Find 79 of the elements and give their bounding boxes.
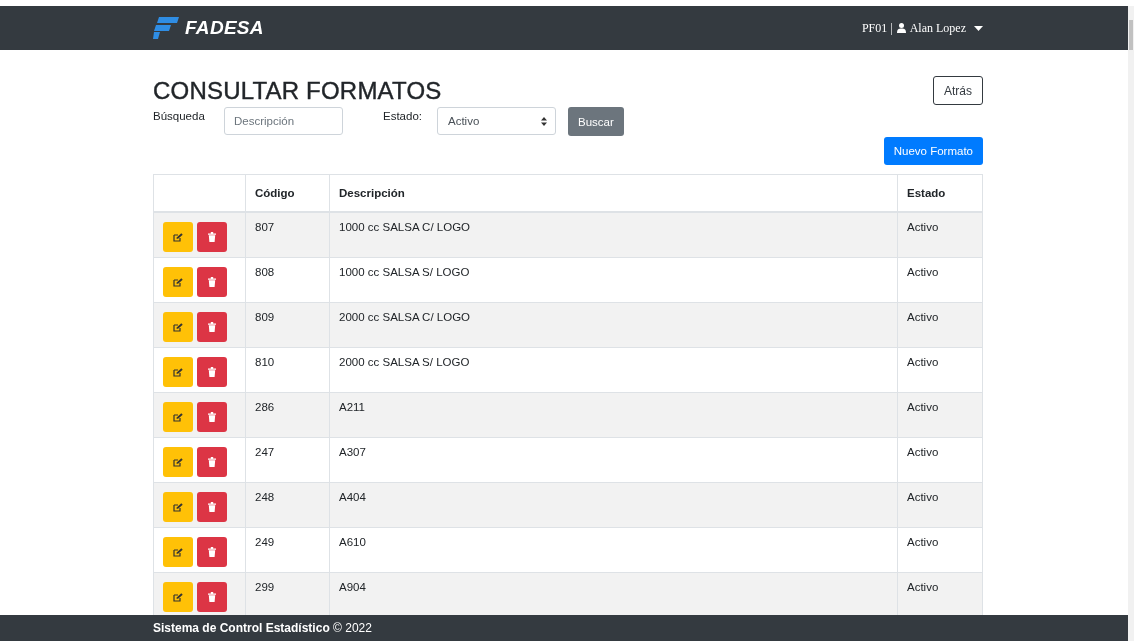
status-cell: Activo: [897, 257, 983, 303]
search-button[interactable]: Buscar: [568, 107, 624, 136]
description-cell: A610: [329, 527, 898, 573]
user-icon: [896, 23, 906, 33]
station-label: PF01 |: [861, 20, 893, 36]
description-cell: A404: [329, 482, 898, 528]
delete-button[interactable]: [197, 357, 227, 387]
code-cell: 286: [245, 392, 330, 438]
code-cell: 249: [245, 527, 330, 573]
caret-icon[interactable]: [974, 25, 983, 31]
status-cell: Activo: [897, 437, 983, 483]
status-cell: Activo: [897, 527, 983, 573]
trash-icon: [208, 232, 216, 242]
edit-icon: [173, 547, 183, 557]
edit-button[interactable]: [163, 402, 193, 432]
delete-button[interactable]: [197, 447, 227, 477]
trash-icon: [208, 412, 216, 422]
description-cell: 1000 cc SALSA S/ LOGO: [329, 257, 898, 303]
status-cell: Activo: [897, 392, 983, 438]
code-cell: 248: [245, 482, 330, 528]
code-cell: 807: [245, 212, 330, 258]
description-cell: A307: [329, 437, 898, 483]
status-select[interactable]: Activo: [437, 107, 556, 135]
code-cell: 299: [245, 572, 330, 615]
code-cell: 247: [245, 437, 330, 483]
trash-icon: [208, 457, 216, 467]
edit-button[interactable]: [163, 267, 193, 297]
brand-name: FADESA: [185, 17, 264, 39]
delete-button[interactable]: [197, 537, 227, 567]
delete-button[interactable]: [197, 312, 227, 342]
page-title: CONSULTAR FORMATOS: [153, 77, 442, 105]
edit-icon: [173, 412, 183, 422]
code-cell: 809: [245, 302, 330, 348]
trash-icon: [208, 367, 216, 377]
description-cell: 2000 cc SALSA C/ LOGO: [329, 302, 898, 348]
description-cell: A211: [329, 392, 898, 438]
footer-text: Sistema de Control Estadístico © 2022: [153, 621, 372, 635]
trash-icon: [208, 502, 216, 512]
code-cell: 810: [245, 347, 330, 393]
trash-icon: [208, 592, 216, 602]
delete-button[interactable]: [197, 222, 227, 252]
edit-button[interactable]: [163, 492, 193, 522]
description-cell: 2000 cc SALSA S/ LOGO: [329, 347, 898, 393]
trash-icon: [208, 547, 216, 557]
edit-button[interactable]: [163, 312, 193, 342]
edit-button[interactable]: [163, 537, 193, 567]
edit-icon: [173, 232, 183, 242]
edit-button[interactable]: [163, 222, 193, 252]
edit-button[interactable]: [163, 357, 193, 387]
delete-button[interactable]: [197, 402, 227, 432]
trash-icon: [208, 322, 216, 332]
delete-button[interactable]: [197, 582, 227, 612]
status-cell: Activo: [897, 212, 983, 258]
user-menu[interactable]: Alan Lopez: [909, 20, 966, 36]
back-button[interactable]: Atrás: [933, 76, 983, 105]
search-label: Búsqueda: [153, 109, 206, 122]
edit-button[interactable]: [163, 447, 193, 477]
edit-icon: [173, 502, 183, 512]
edit-button[interactable]: [163, 582, 193, 612]
status-cell: Activo: [897, 302, 983, 348]
status-cell: Activo: [897, 347, 983, 393]
search-field[interactable]: Descripción: [224, 107, 343, 135]
new-format-button[interactable]: Nuevo Formato: [883, 137, 983, 165]
status-cell: Activo: [897, 482, 983, 528]
status-cell: Activo: [897, 572, 983, 615]
logo-icon: [153, 17, 179, 39]
edit-icon: [173, 457, 183, 467]
description-cell: A904: [329, 572, 898, 615]
sort-arrows-icon: [541, 116, 547, 126]
delete-button[interactable]: [197, 267, 227, 297]
edit-icon: [173, 367, 183, 377]
delete-button[interactable]: [197, 492, 227, 522]
description-cell: 1000 cc SALSA C/ LOGO: [329, 212, 898, 258]
code-cell: 808: [245, 257, 330, 303]
edit-icon: [173, 592, 183, 602]
edit-icon: [173, 322, 183, 332]
edit-icon: [173, 277, 183, 287]
status-label: Estado:: [383, 109, 423, 122]
trash-icon: [208, 277, 216, 287]
